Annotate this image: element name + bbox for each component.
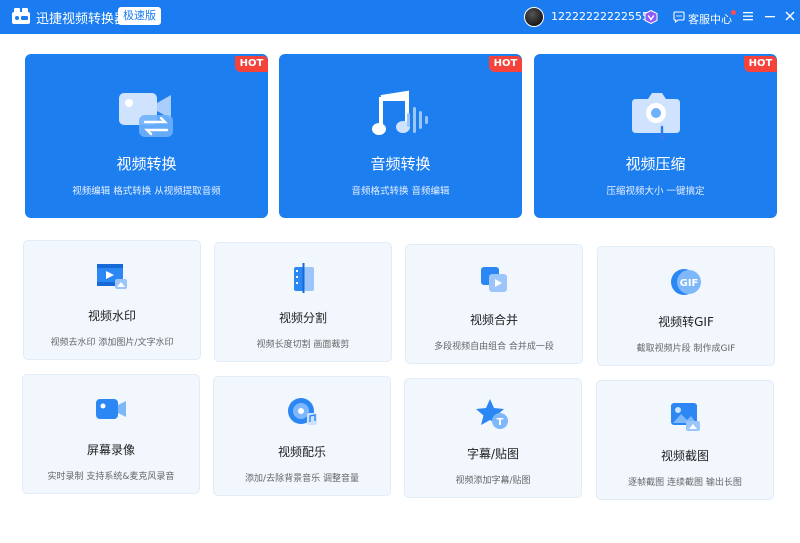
customer-service-icon[interactable] bbox=[673, 11, 685, 23]
user-name[interactable]: 12222222222555 bbox=[551, 10, 649, 23]
watermark-icon bbox=[97, 264, 127, 289]
card-title: 视频合并 bbox=[469, 313, 518, 327]
screenshot-icon bbox=[671, 403, 700, 431]
subtitle-icon: T bbox=[476, 399, 508, 429]
subtitle-card[interactable]: T 字幕/贴图 视频添加字幕/贴图 bbox=[404, 378, 582, 498]
screen-record-icon bbox=[96, 399, 126, 419]
screenshot-card[interactable]: 视频截图 逐帧截图 连续截图 输出长图 bbox=[596, 380, 774, 500]
menu-icon[interactable] bbox=[741, 9, 755, 23]
card-title: 视频压缩 bbox=[625, 155, 686, 173]
minimize-icon[interactable] bbox=[763, 9, 777, 23]
app-title: 迅捷视频转换器 bbox=[36, 12, 128, 27]
hot-badge: HOT bbox=[489, 56, 522, 72]
customer-service-link[interactable]: 客服中心 bbox=[688, 11, 732, 27]
card-title: 视频转换 bbox=[116, 155, 177, 173]
screen-record-card[interactable]: 屏幕录像 实时录制 支持系统&麦克风录音 bbox=[22, 374, 200, 494]
subtitle-icon-text: T bbox=[497, 417, 504, 428]
card-title: 屏幕录像 bbox=[86, 443, 135, 457]
video-compress-card[interactable]: HOT 视频压缩 压缩视频大小 一键搞定 bbox=[534, 54, 777, 218]
card-desc: 视频长度切割 画面裁剪 bbox=[256, 340, 350, 350]
video-compress-icon bbox=[631, 93, 680, 141]
music-icon bbox=[288, 398, 317, 425]
card-desc: 截取视频片段 制作成GIF bbox=[636, 344, 736, 354]
hot-badge: HOT bbox=[235, 56, 268, 72]
avatar[interactable] bbox=[524, 7, 544, 27]
card-title: 视频水印 bbox=[87, 309, 136, 323]
music-card[interactable]: 视频配乐 添加/去除背景音乐 调整音量 bbox=[213, 376, 391, 496]
card-title: 视频配乐 bbox=[277, 445, 326, 459]
card-desc: 逐帧截图 连续截图 输出长图 bbox=[628, 478, 742, 488]
card-desc: 视频编辑 格式转换 从视频提取音频 bbox=[72, 186, 221, 197]
merge-card[interactable]: 视频合并 多段视频自由组合 合并成一段 bbox=[405, 244, 583, 364]
notification-dot bbox=[731, 10, 736, 15]
gif-icon-text: GIF bbox=[680, 278, 699, 289]
watermark-card[interactable]: 视频水印 视频去水印 添加图片/文字水印 bbox=[23, 240, 201, 360]
card-desc: 添加/去除背景音乐 调整音量 bbox=[245, 474, 359, 484]
card-title: 视频转GIF bbox=[658, 315, 714, 329]
audio-convert-icon bbox=[371, 90, 428, 135]
title-bar: 迅捷视频转换器 极速版 12222222222555 客服中心 bbox=[0, 0, 800, 34]
split-icon bbox=[294, 263, 314, 293]
card-desc: 视频去水印 添加图片/文字水印 bbox=[50, 338, 174, 348]
hot-badge: HOT bbox=[744, 56, 777, 72]
video-convert-card[interactable]: HOT 视频转换 视频编辑 格式转换 从视频提取音频 bbox=[25, 54, 268, 218]
app-logo-icon bbox=[12, 8, 30, 24]
video-convert-icon bbox=[118, 93, 173, 137]
card-desc: 音频格式转换 音频编辑 bbox=[351, 186, 450, 197]
card-title: 音频转换 bbox=[370, 155, 431, 173]
card-desc: 实时录制 支持系统&麦克风录音 bbox=[47, 472, 175, 482]
vip-icon[interactable] bbox=[644, 10, 658, 24]
audio-convert-card[interactable]: HOT 音频转换 音频格式转换 音频编辑 bbox=[279, 54, 522, 218]
close-icon[interactable] bbox=[783, 9, 797, 23]
card-desc: 压缩视频大小 一键搞定 bbox=[606, 186, 705, 197]
card-title: 字幕/贴图 bbox=[466, 447, 520, 461]
card-desc: 多段视频自由组合 合并成一段 bbox=[434, 342, 554, 352]
edition-badge: 极速版 bbox=[118, 7, 161, 25]
split-card[interactable]: 视频分割 视频长度切割 画面裁剪 bbox=[214, 242, 392, 362]
gif-icon: GIF bbox=[671, 269, 701, 295]
card-desc: 视频添加字幕/贴图 bbox=[455, 476, 531, 486]
merge-icon bbox=[481, 267, 507, 292]
gif-card[interactable]: GIF 视频转GIF 截取视频片段 制作成GIF bbox=[597, 246, 775, 366]
card-title: 视频分割 bbox=[278, 311, 327, 325]
card-title: 视频截图 bbox=[660, 449, 709, 463]
